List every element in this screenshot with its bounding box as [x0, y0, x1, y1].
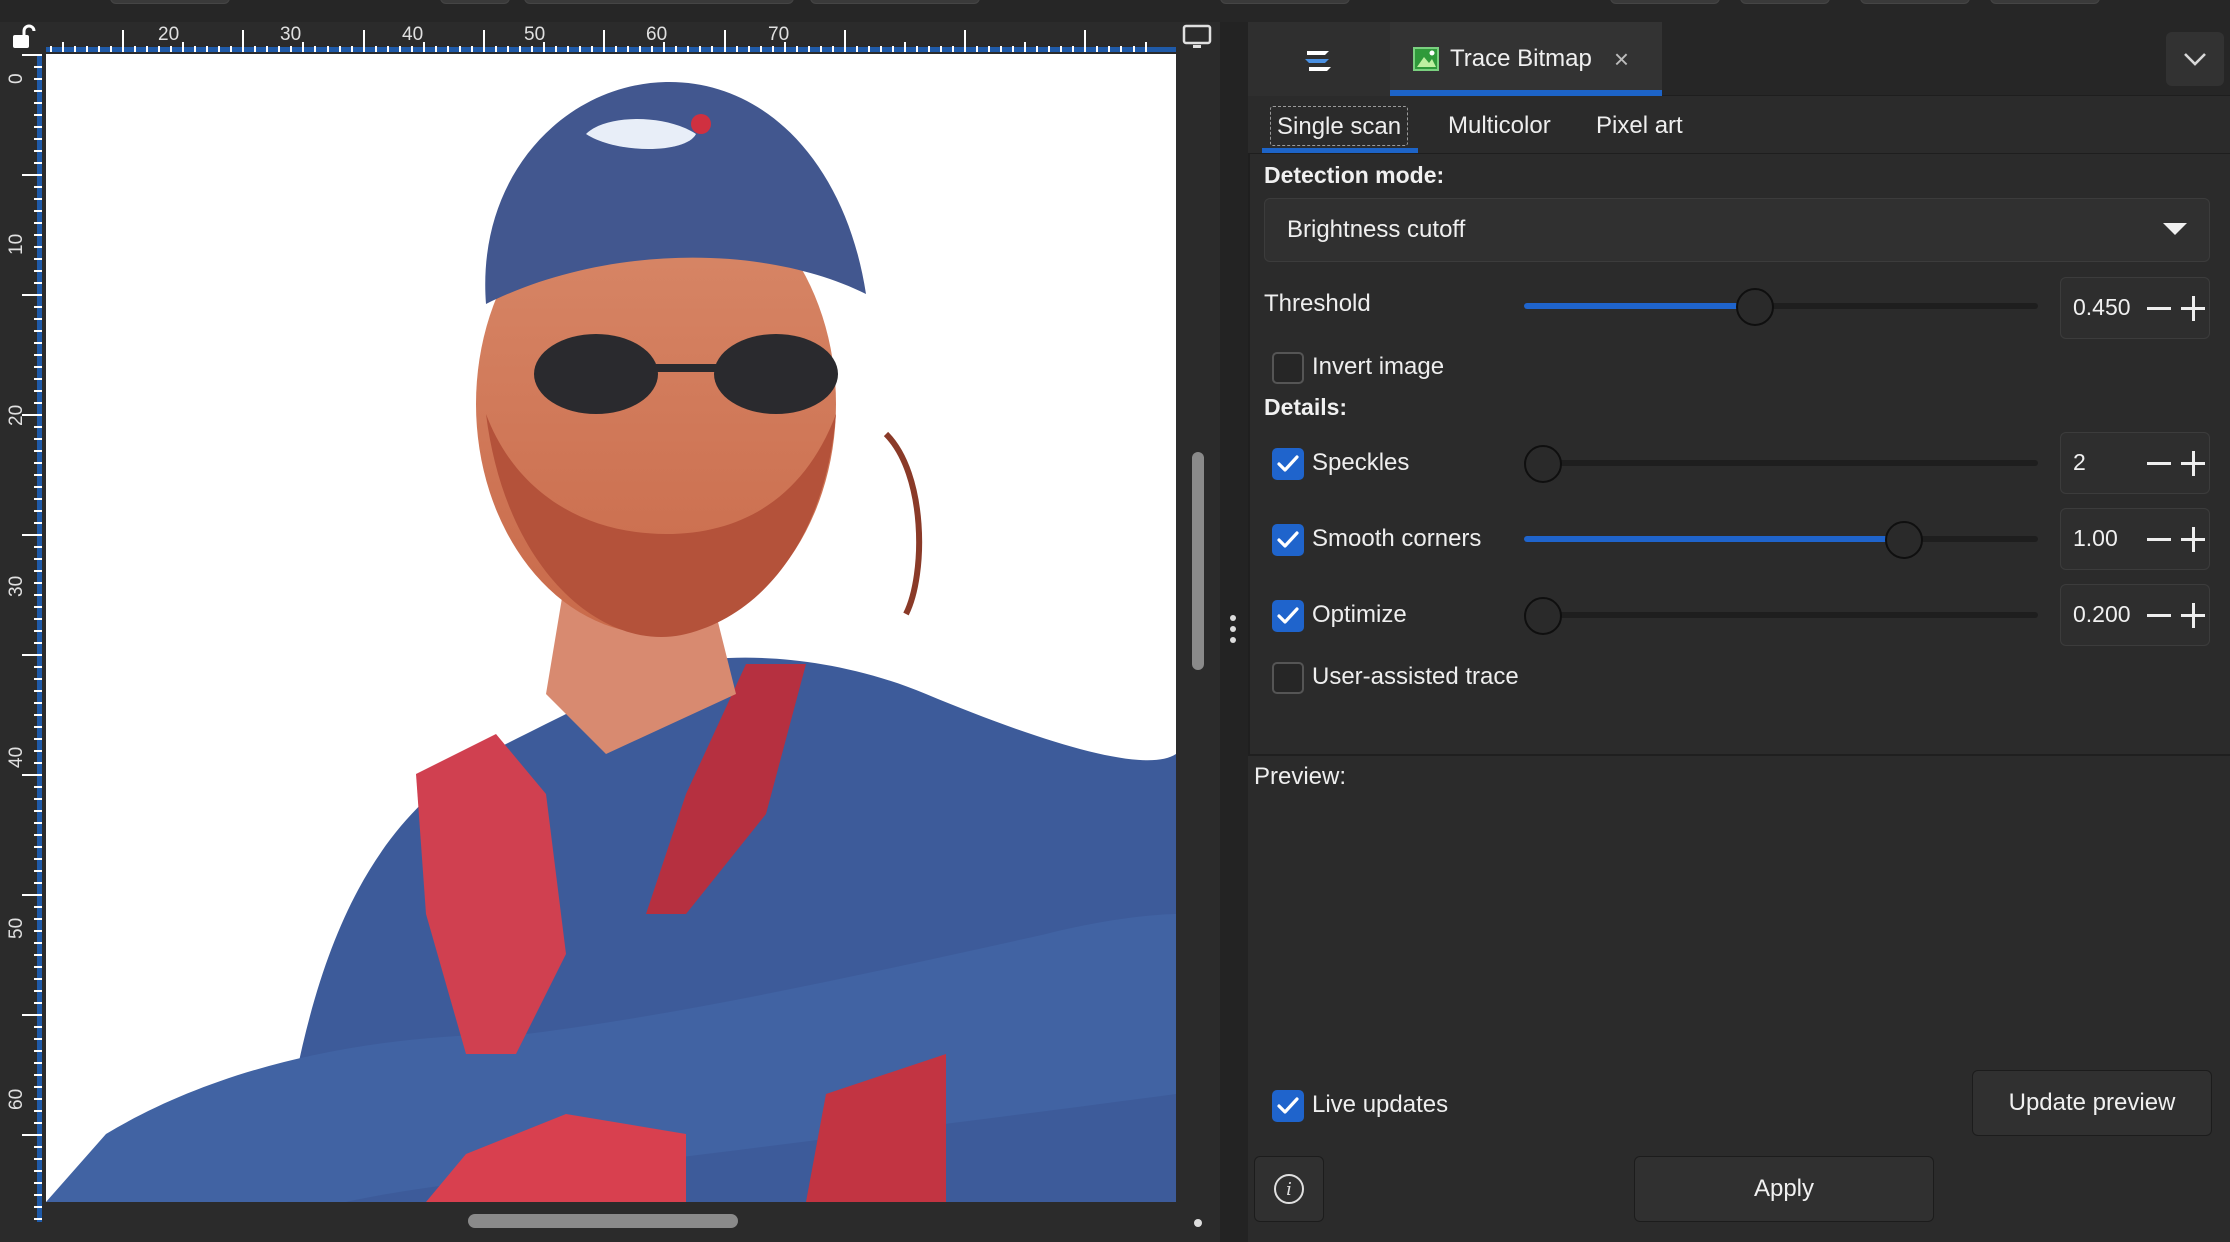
dropdown-caret-icon	[2163, 223, 2187, 235]
slider-knob[interactable]	[1885, 521, 1924, 559]
toolbar-button[interactable]	[1990, 0, 2100, 4]
ruler-label: 10	[6, 233, 27, 255]
trace-mode-tabs: Single scan Multicolor Pixel art	[1248, 96, 2230, 154]
tab-single-scan[interactable]: Single scan	[1270, 106, 1409, 146]
ruler-label: 20	[158, 24, 180, 45]
active-subtab-indicator	[1262, 148, 1418, 153]
invert-image-label: Invert image	[1312, 353, 1445, 380]
toolbar-button[interactable]	[1610, 0, 1720, 4]
detection-mode-select[interactable]: Brightness cutoff	[1264, 198, 2210, 262]
slider-knob[interactable]	[1524, 597, 1562, 635]
ruler-label: 50	[6, 917, 27, 939]
toolbar-button[interactable]	[440, 0, 510, 4]
toolbar-button[interactable]	[1860, 0, 1970, 4]
tab-multicolor[interactable]: Multicolor	[1442, 106, 1557, 146]
speckles-checkbox[interactable]	[1272, 448, 1304, 480]
ruler-label: 30	[280, 24, 302, 45]
info-icon: i	[1274, 1174, 1304, 1204]
dock-panel: Trace Bitmap × Single scan Multicolor Pi…	[1248, 22, 2230, 1242]
live-updates-label: Live updates	[1312, 1091, 1449, 1118]
lock-icon[interactable]	[10, 24, 36, 50]
minus-icon[interactable]	[2147, 538, 2171, 541]
preview-label: Preview:	[1254, 763, 1347, 790]
speckles-slider[interactable]	[1524, 445, 2038, 483]
canvas-corner-dot	[1194, 1219, 1202, 1227]
invert-image-checkbox[interactable]	[1272, 352, 1304, 384]
speckles-spinbox[interactable]: 2	[2060, 432, 2210, 494]
optimize-value[interactable]: 0.200	[2073, 601, 2131, 628]
close-icon[interactable]: ×	[1614, 46, 1629, 72]
divider	[1248, 96, 1250, 754]
user-assisted-trace-label: User-assisted trace	[1312, 663, 1519, 690]
optimize-checkbox[interactable]	[1272, 600, 1304, 632]
threshold-slider[interactable]	[1524, 288, 2038, 326]
detection-mode-value: Brightness cutoff	[1287, 216, 1466, 243]
dialog-menu-button[interactable]	[1248, 22, 1390, 96]
splitter-handle-icon[interactable]	[1230, 615, 1238, 645]
speckles-value[interactable]: 2	[2073, 449, 2086, 476]
drawing-canvas[interactable]	[46, 54, 1176, 1202]
dock-tab-bar: Trace Bitmap ×	[1248, 22, 2230, 96]
toolbar-button[interactable]	[1220, 0, 1350, 4]
ruler-label: 20	[6, 404, 27, 426]
minus-icon[interactable]	[2147, 614, 2171, 617]
speckles-label: Speckles	[1312, 449, 1410, 476]
horizontal-ruler: 20 30 40 50 60 70	[46, 22, 1176, 54]
smooth-corners-spinbox[interactable]: 1.00	[2060, 508, 2210, 570]
divider	[1248, 754, 2230, 756]
minus-icon[interactable]	[2147, 462, 2171, 465]
vertical-scrollbar[interactable]	[1192, 452, 1204, 670]
ruler-label: 30	[6, 575, 27, 597]
bitmap-photo[interactable]	[46, 54, 1176, 1202]
smooth-corners-value[interactable]: 1.00	[2073, 525, 2118, 552]
ruler-label: 70	[768, 24, 790, 45]
toolbar-button[interactable]	[524, 0, 794, 4]
threshold-label: Threshold	[1264, 290, 1371, 317]
vertical-ruler: 0 10 20 30 40 50 60	[0, 54, 46, 1222]
top-toolbar-strip	[0, 0, 2230, 22]
user-assisted-trace-checkbox[interactable]	[1272, 662, 1304, 694]
detection-mode-label: Detection mode:	[1264, 162, 1445, 188]
threshold-spinbox[interactable]: 0.450	[2060, 277, 2210, 339]
update-preview-button[interactable]: Update preview	[1972, 1070, 2212, 1136]
ruler-label: 60	[6, 1088, 27, 1110]
toolbar-button[interactable]	[110, 0, 230, 4]
smooth-corners-label: Smooth corners	[1312, 525, 1482, 552]
info-button[interactable]: i	[1254, 1156, 1324, 1222]
canvas-area: 20 30 40 50 60 70 0 10 20 30 40 50 60	[0, 22, 1220, 1242]
smooth-corners-slider[interactable]	[1524, 521, 2038, 559]
preview-area	[1254, 802, 2224, 1052]
ruler-label: 60	[646, 24, 668, 45]
live-updates-checkbox[interactable]	[1272, 1090, 1304, 1122]
minus-icon[interactable]	[2147, 307, 2171, 310]
display-icon[interactable]	[1180, 22, 1214, 52]
ruler-label: 0	[6, 73, 27, 84]
slider-knob[interactable]	[1736, 288, 1775, 326]
panel-splitter[interactable]	[1220, 22, 1248, 1242]
toolbar-button[interactable]	[1740, 0, 1830, 4]
threshold-value[interactable]: 0.450	[2073, 294, 2131, 321]
chevron-down-icon	[2184, 53, 2206, 66]
slider-knob[interactable]	[1524, 445, 1562, 483]
dialog-menu-icon	[1305, 51, 1331, 71]
chevron-down-button[interactable]	[2166, 32, 2224, 86]
toolbar-button[interactable]	[810, 0, 980, 4]
trace-bitmap-icon	[1413, 47, 1439, 71]
smooth-corners-checkbox[interactable]	[1272, 524, 1304, 556]
optimize-label: Optimize	[1312, 601, 1407, 628]
tab-title: Trace Bitmap	[1450, 45, 1592, 72]
tab-pixel-art[interactable]: Pixel art	[1590, 106, 1689, 146]
ruler-label: 40	[6, 746, 27, 768]
ruler-label: 50	[524, 24, 546, 45]
optimize-slider[interactable]	[1524, 597, 2038, 635]
tab-trace-bitmap[interactable]: Trace Bitmap ×	[1390, 22, 1662, 96]
details-label: Details:	[1264, 394, 1348, 420]
horizontal-scrollbar[interactable]	[468, 1214, 738, 1228]
apply-button[interactable]: Apply	[1634, 1156, 1934, 1222]
optimize-spinbox[interactable]: 0.200	[2060, 584, 2210, 646]
ruler-label: 40	[402, 24, 424, 45]
